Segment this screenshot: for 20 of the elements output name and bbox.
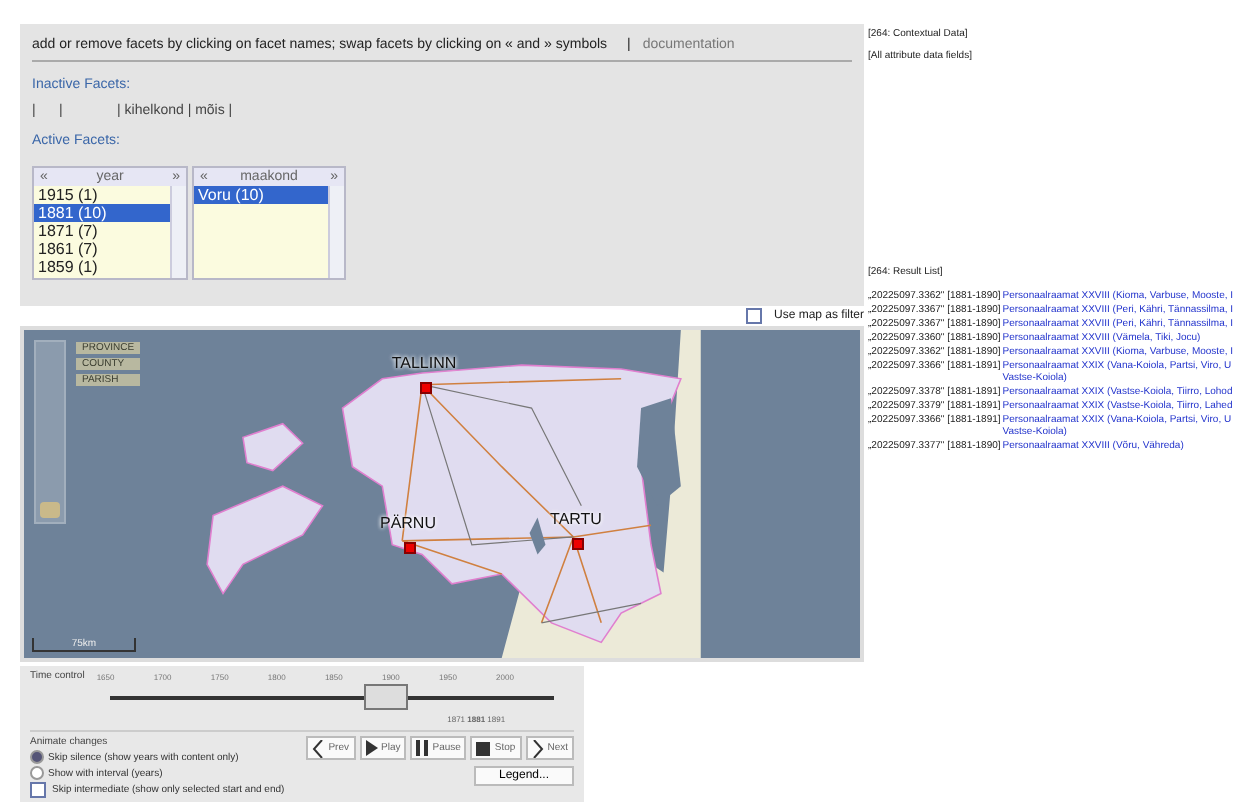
scrollbar[interactable] bbox=[328, 186, 344, 278]
city-marker[interactable] bbox=[420, 382, 432, 394]
facet-item[interactable]: 1861 (7) bbox=[34, 240, 170, 258]
pause-icon bbox=[416, 740, 429, 756]
zoom-slider[interactable] bbox=[34, 340, 66, 524]
city-label: TALLINN bbox=[389, 354, 459, 372]
stop-icon bbox=[476, 741, 491, 755]
facet-item[interactable]: 1871 (7) bbox=[34, 222, 170, 240]
facet-item[interactable]: Voru (10) bbox=[194, 186, 328, 204]
scrollbar[interactable] bbox=[170, 186, 186, 278]
facet-item[interactable]: 1915 (1) bbox=[34, 186, 170, 204]
facet-item[interactable]: 1859 (1) bbox=[34, 258, 170, 276]
time-window-handle[interactable] bbox=[363, 684, 408, 710]
chevron-right-icon bbox=[531, 739, 544, 757]
play-icon bbox=[365, 740, 377, 756]
zoom-slider-handle[interactable] bbox=[40, 502, 60, 518]
city-marker[interactable] bbox=[404, 542, 416, 554]
city-marker[interactable] bbox=[572, 538, 584, 550]
facet-item[interactable]: 1881 (10) bbox=[34, 204, 170, 222]
chevron-left-icon bbox=[312, 739, 325, 757]
